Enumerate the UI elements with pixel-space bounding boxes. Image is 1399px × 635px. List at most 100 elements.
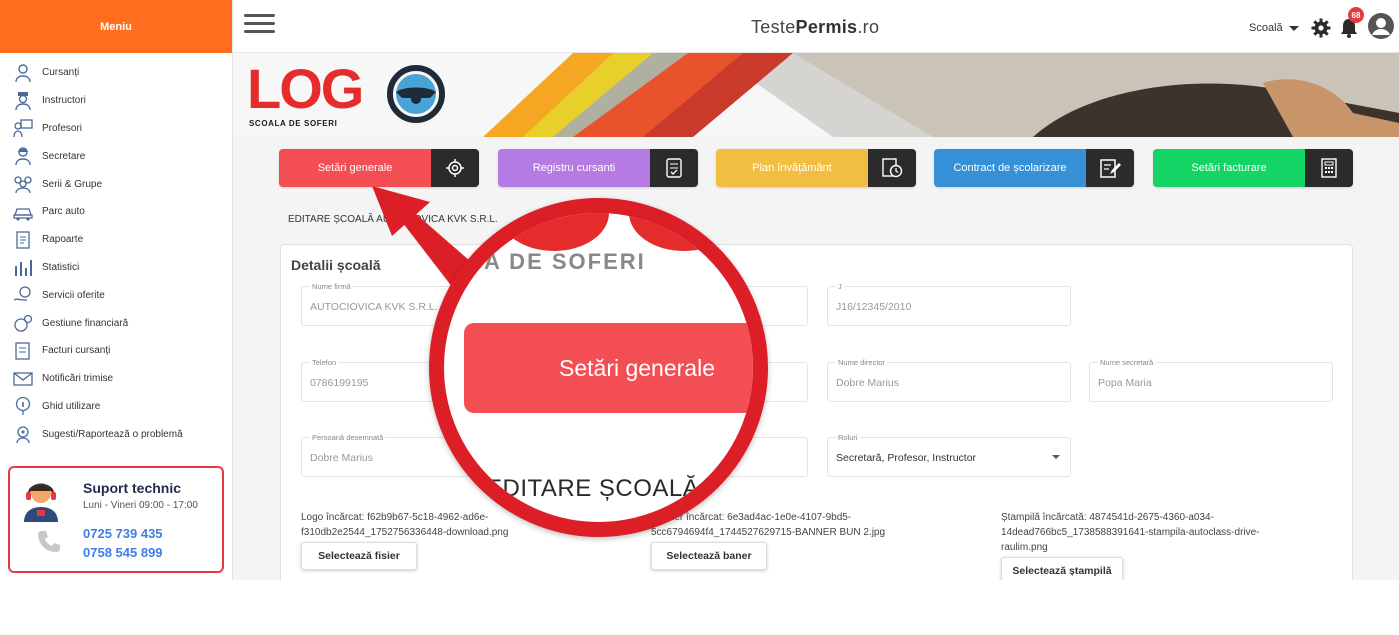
brand-light: Teste — [751, 17, 796, 37]
field-label: Nume secretară — [1098, 358, 1156, 367]
field-value: Dobre Marius — [836, 377, 900, 389]
support-phone-2[interactable]: 0758 545 899 — [83, 545, 163, 560]
stamp-upload-info: Ștampilă încărcată: 4874541d-2675-4360-a… — [1001, 512, 1260, 553]
feedback-icon — [12, 423, 34, 445]
sidebar-item-servicii[interactable]: Servicii oferite — [0, 281, 232, 309]
instructor-icon — [12, 90, 34, 112]
sidebar-item-label: Gestiune financiară — [42, 317, 129, 329]
report-icon — [12, 229, 34, 251]
sidebar-item-label: Secretare — [42, 150, 86, 162]
sidebar-item-secretare[interactable]: Secretare — [0, 142, 232, 170]
field-label: Nume firmă — [310, 282, 353, 291]
field-value: Secretară, Profesor, Instructor — [836, 452, 977, 464]
tab-setari-facturare[interactable]: Setări facturare — [1153, 149, 1353, 187]
stats-icon — [12, 256, 34, 278]
phone-icon — [38, 531, 60, 552]
sidebar-item-cursanti[interactable]: Cursanți — [0, 59, 232, 87]
support-title: Suport technic — [83, 480, 182, 496]
support-box: Suport technic Luni - Vineri 09:00 - 17:… — [8, 466, 224, 573]
sidebar-item-label: Rapoarte — [42, 234, 84, 246]
field-label: Roluri — [836, 433, 860, 442]
secretary-icon — [12, 145, 34, 167]
field-value: J16/12345/2010 — [836, 301, 912, 313]
magnified-subtitle: A DE SOFERI — [484, 249, 646, 274]
sidebar-item-label: Notificări trimise — [42, 373, 114, 385]
notification-badge: 68 — [1348, 7, 1364, 23]
select-logo-file-button[interactable]: Selectează fisier — [301, 542, 417, 570]
support-hours: Luni - Vineri 09:00 - 17:00 — [83, 500, 198, 511]
brand-title: TestePermis.ro — [751, 17, 879, 38]
sidebar-item-gestiune[interactable]: Gestiune financiară — [0, 309, 232, 337]
field-value: 0786199195 — [310, 377, 369, 389]
sidebar-item-statistici[interactable]: Statistici — [0, 254, 232, 282]
zoom-magnifier: A DE SOFERI Setări generale EDITARE ȘCOA… — [429, 198, 768, 537]
director-name-field[interactable]: Nume director Dobre Marius — [827, 358, 1071, 402]
field-label: Nume director — [836, 358, 888, 367]
banner-upload-info: Banner încărcat: 6e3ad4ac-1e0e-4107-9bd5… — [651, 512, 886, 538]
field-label: J — [836, 282, 844, 291]
chevron-down-icon — [1052, 455, 1060, 459]
sidebar-item-label: Instructori — [42, 95, 86, 107]
menu-header: Meniu — [0, 0, 232, 53]
tab-setari-generale[interactable]: Setări generale — [279, 149, 479, 187]
roles-select[interactable]: Roluri Secretară, Profesor, Instructor — [827, 433, 1071, 477]
main-content: Setări generale Registru cursanti Plan î… — [233, 137, 1399, 580]
sidebar-item-rapoarte[interactable]: Rapoarte — [0, 226, 232, 254]
secretary-name-field[interactable]: Nume secretară Popa Maria — [1089, 358, 1333, 402]
chevron-down-icon — [1288, 25, 1299, 31]
sidebar-item-notificari[interactable]: Notificări trimise — [0, 365, 232, 393]
sidebar-nav: Cursanți Instructori Profesori Secretare… — [0, 53, 232, 448]
sidebar-item-serii[interactable]: Serii & Grupe — [0, 170, 232, 198]
breadcrumb: EDITARE ȘCOALĂ AUTOCIOVICA KVK S.R.L. — [288, 214, 498, 225]
steering-wheel-icon — [387, 65, 445, 123]
guide-icon — [12, 395, 34, 417]
app-window: Meniu Cursanți Instructori Profesori Sec… — [0, 0, 1399, 580]
car-icon — [12, 201, 34, 223]
sidebar-item-sugestii[interactable]: Sugesti/Raportează o problemă — [0, 420, 232, 448]
sidebar-item-label: Profesori — [42, 122, 83, 134]
brand-bold: Permis — [795, 17, 858, 37]
logo-wordmark: LOG — [247, 57, 364, 120]
registry-number-field[interactable]: J J16/12345/2010 — [827, 282, 1071, 326]
magnified-setari-generale-button: Setări generale — [464, 323, 753, 413]
school-dropdown[interactable]: Scoală — [1249, 22, 1299, 34]
tab-contract-scolarizare[interactable]: Contract de școlarizare — [934, 149, 1134, 187]
schedule-clock-icon — [868, 149, 916, 187]
sidebar-item-facturi[interactable]: Facturi cursanți — [0, 337, 232, 365]
sidebar-item-parc-auto[interactable]: Parc auto — [0, 198, 232, 226]
magnified-heading: EDITARE ȘCOALĂ A — [486, 475, 722, 502]
teacher-icon — [12, 117, 34, 139]
field-value: Dobre Marius — [310, 452, 374, 464]
select-stamp-button[interactable]: Selectează ștampilă — [1001, 557, 1123, 580]
settings-gear-icon — [431, 149, 479, 187]
sidebar-item-label: Facturi cursanți — [42, 345, 111, 357]
support-agent-icon — [24, 483, 58, 522]
invoice-icon — [12, 340, 34, 362]
tab-label: Setări generale — [279, 149, 431, 187]
logo-upload-info: Logo încărcat: f62b9b67-5c18-4962-ad6e-f… — [301, 512, 509, 538]
sidebar-item-label: Servicii oferite — [42, 289, 105, 301]
school-dropdown-label: Scoală — [1249, 22, 1283, 34]
select-banner-button[interactable]: Selectează baner — [651, 542, 767, 570]
sidebar-item-ghid[interactable]: Ghid utilizare — [0, 393, 232, 421]
money-icon — [12, 312, 34, 334]
services-icon — [12, 284, 34, 306]
sidebar-item-label: Cursanți — [42, 67, 80, 79]
hamburger-menu-icon[interactable] — [244, 14, 275, 36]
field-label: Persoană desemnată — [310, 433, 386, 442]
sidebar: Meniu Cursanți Instructori Profesori Sec… — [0, 0, 233, 580]
tab-label: Contract de școlarizare — [934, 149, 1086, 187]
mail-icon — [12, 368, 34, 390]
sidebar-item-label: Parc auto — [42, 206, 85, 218]
sidebar-item-label: Serii & Grupe — [42, 178, 103, 190]
tab-plan-invatamant[interactable]: Plan învățământ — [716, 149, 916, 187]
billing-invoice-icon — [1305, 149, 1353, 187]
sidebar-item-label: Sugesti/Raportează o problemă — [42, 428, 183, 440]
tab-registru-cursanti[interactable]: Registru cursanti — [498, 149, 698, 187]
support-phone-1[interactable]: 0725 739 435 — [83, 526, 163, 541]
sidebar-item-profesori[interactable]: Profesori — [0, 115, 232, 143]
gear-icon[interactable] — [1311, 18, 1331, 38]
tab-label: Setări facturare — [1153, 149, 1305, 187]
sidebar-item-instructori[interactable]: Instructori — [0, 87, 232, 115]
user-avatar-icon[interactable] — [1367, 12, 1395, 40]
